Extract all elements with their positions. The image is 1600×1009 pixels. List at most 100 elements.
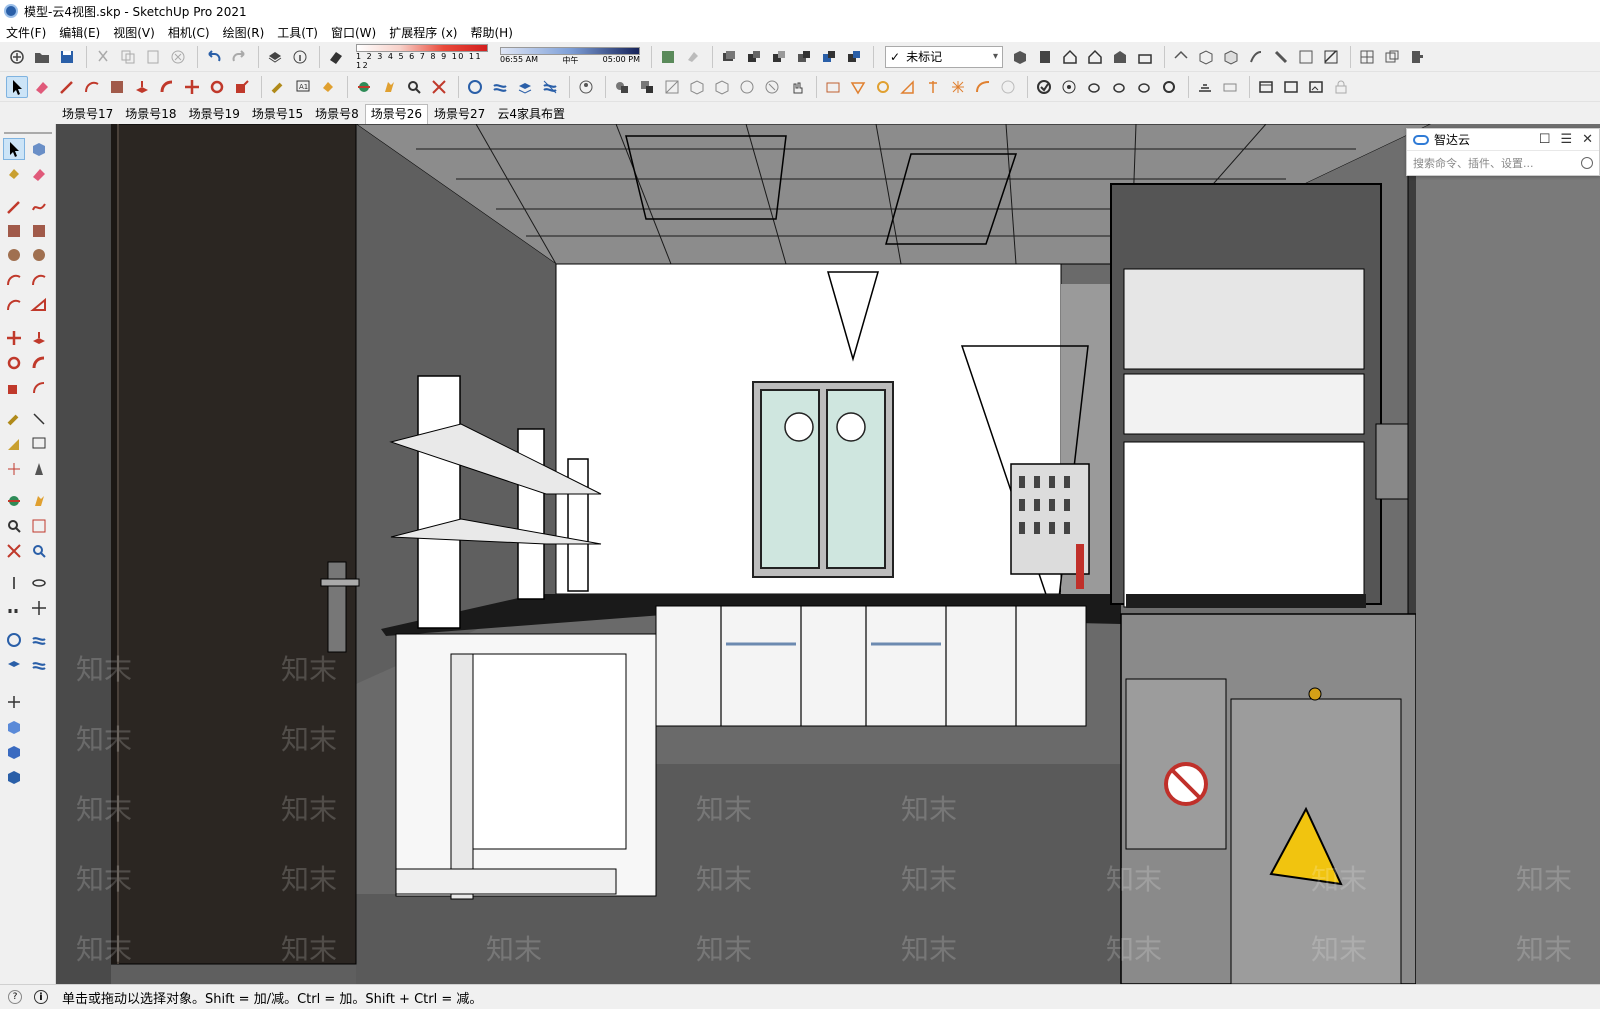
look-around-icon[interactable] <box>872 76 894 98</box>
copy-icon[interactable] <box>117 46 139 68</box>
textured-style-icon[interactable] <box>1270 46 1292 68</box>
make-component-icon[interactable] <box>28 138 50 160</box>
rotate-icon[interactable] <box>206 76 228 98</box>
flatten-icon[interactable] <box>1194 76 1216 98</box>
move-icon[interactable] <box>181 76 203 98</box>
teapot-icon[interactable] <box>1083 76 1105 98</box>
iso-view-icon[interactable] <box>1009 46 1031 68</box>
protractor-icon[interactable] <box>897 76 919 98</box>
menu-view[interactable]: 视图(V) <box>113 24 155 41</box>
wireframe-style-icon[interactable] <box>1195 46 1217 68</box>
pan-icon[interactable] <box>378 76 400 98</box>
tab-scene-26[interactable]: 场景号26 <box>364 104 429 124</box>
geo-location-icon[interactable]: ? <box>8 990 22 1004</box>
orbit-icon[interactable] <box>353 76 375 98</box>
model-viewport[interactable]: 知末 知末 知末 知末 知末 知末 知末 知末 知末 知末 知末 知末 知末 知… <box>56 124 1600 984</box>
sandbox-icon[interactable] <box>464 76 486 98</box>
sandbox-smoove-icon[interactable] <box>489 76 511 98</box>
outer-shell-icon[interactable] <box>611 76 633 98</box>
search-input[interactable]: 搜索命令、插件、设置... <box>1413 155 1581 171</box>
select-arrow-icon[interactable] <box>6 75 28 98</box>
layout-icon[interactable] <box>1058 76 1080 98</box>
zoom-extents-icon[interactable] <box>428 76 450 98</box>
eraser-icon[interactable] <box>31 76 53 98</box>
3d-text-icon[interactable] <box>28 458 50 480</box>
section-plane-icon[interactable] <box>1320 46 1342 68</box>
3d-text-icon[interactable] <box>972 76 994 98</box>
polygon-icon[interactable] <box>28 244 50 266</box>
teapot-2-icon[interactable] <box>1108 76 1130 98</box>
rectangle-icon[interactable] <box>106 76 128 98</box>
zoom-icon[interactable] <box>403 76 425 98</box>
cube-view-1-icon[interactable] <box>3 716 25 738</box>
tab-scene-19[interactable]: 场景号19 <box>183 104 246 124</box>
window-frame-2-icon[interactable] <box>1280 76 1302 98</box>
solid-subtract-icon[interactable] <box>768 46 790 68</box>
axes-icon[interactable] <box>3 458 25 480</box>
walk-icon[interactable] <box>847 76 869 98</box>
camera-position-icon[interactable] <box>822 76 844 98</box>
tab-scene-27[interactable]: 场景号27 <box>428 104 491 124</box>
tab-furniture-layout[interactable]: 云4家具布置 <box>491 104 571 124</box>
menu-file[interactable]: 文件(F) <box>6 24 46 41</box>
text-tool-icon[interactable]: A1 <box>292 76 314 98</box>
hidden-line-style-icon[interactable] <box>1220 46 1242 68</box>
push-pull-icon[interactable] <box>28 327 50 349</box>
arc-icon[interactable] <box>81 76 103 98</box>
window-frame-icon[interactable] <box>1255 76 1277 98</box>
shadow-time-slider[interactable]: 06:55 AM 中午 05:00 PM <box>500 47 640 66</box>
tab-scene-17[interactable]: 场景号17 <box>56 104 119 124</box>
model-info-icon[interactable] <box>289 46 311 68</box>
previous-view-icon[interactable] <box>28 540 50 562</box>
erase-selection-icon[interactable] <box>167 46 189 68</box>
circle-icon[interactable] <box>3 244 25 266</box>
scale-icon[interactable] <box>3 377 25 399</box>
two-point-arc-icon[interactable] <box>28 269 50 291</box>
style-builder-icon[interactable] <box>1033 76 1055 98</box>
monochrome-style-icon[interactable] <box>1295 46 1317 68</box>
three-point-arc-icon[interactable] <box>3 294 25 316</box>
solid-intersect-icon[interactable] <box>793 46 815 68</box>
save-icon[interactable] <box>56 46 78 68</box>
sandbox-drape-icon[interactable] <box>28 654 50 676</box>
warehouse-icon[interactable] <box>1356 46 1378 68</box>
paint-icon[interactable] <box>682 46 704 68</box>
cut-icon[interactable] <box>92 46 114 68</box>
text-tool-icon[interactable] <box>28 433 50 455</box>
push-pull-icon[interactable] <box>131 76 153 98</box>
arc-icon[interactable] <box>3 269 25 291</box>
close-icon[interactable]: ✕ <box>1582 132 1593 147</box>
paste-icon[interactable] <box>142 46 164 68</box>
menu-draw[interactable]: 绘图(R) <box>223 24 265 41</box>
menu-extensions[interactable]: 扩展程序 (x) <box>389 24 457 41</box>
new-file-icon[interactable] <box>6 46 28 68</box>
component-icon[interactable] <box>718 46 740 68</box>
rotate-icon[interactable] <box>3 352 25 374</box>
follow-me-icon[interactable] <box>156 76 178 98</box>
flatten-2-icon[interactable] <box>1219 76 1241 98</box>
panel-search-field[interactable]: 搜索命令、插件、设置... <box>1407 151 1599 175</box>
pan-icon[interactable] <box>28 490 50 512</box>
shaded-style-icon[interactable] <box>1245 46 1267 68</box>
shadow-month-slider[interactable]: 1 2 3 4 5 6 7 8 9 10 11 12 <box>356 43 488 70</box>
tape-measure-icon[interactable] <box>267 76 289 98</box>
tab-scene-18[interactable]: 场景号18 <box>119 104 182 124</box>
sandbox-contours-icon[interactable] <box>3 629 25 651</box>
account-icon[interactable] <box>575 76 597 98</box>
back-view-icon[interactable] <box>1109 46 1131 68</box>
solid-trim-icon[interactable] <box>818 46 840 68</box>
offset-icon[interactable] <box>997 76 1019 98</box>
pencil-line-icon[interactable] <box>56 76 78 98</box>
top-view-icon[interactable] <box>1034 46 1056 68</box>
tag-dropdown[interactable]: ✓ 未标记 ▾ <box>885 45 1003 68</box>
zoom-window-icon[interactable] <box>28 515 50 537</box>
zoom-extents-icon[interactable] <box>3 540 25 562</box>
tab-scene-8[interactable]: 场景号8 <box>309 104 365 124</box>
polygon-tool-icon[interactable] <box>761 76 783 98</box>
paint-bucket-icon[interactable] <box>3 163 25 185</box>
eraser-icon[interactable] <box>28 163 50 185</box>
scale-icon[interactable] <box>231 76 253 98</box>
maximize-icon[interactable]: ☐ <box>1539 132 1551 147</box>
cube-view-2-icon[interactable] <box>3 741 25 763</box>
move-arrows-icon[interactable] <box>3 691 25 713</box>
